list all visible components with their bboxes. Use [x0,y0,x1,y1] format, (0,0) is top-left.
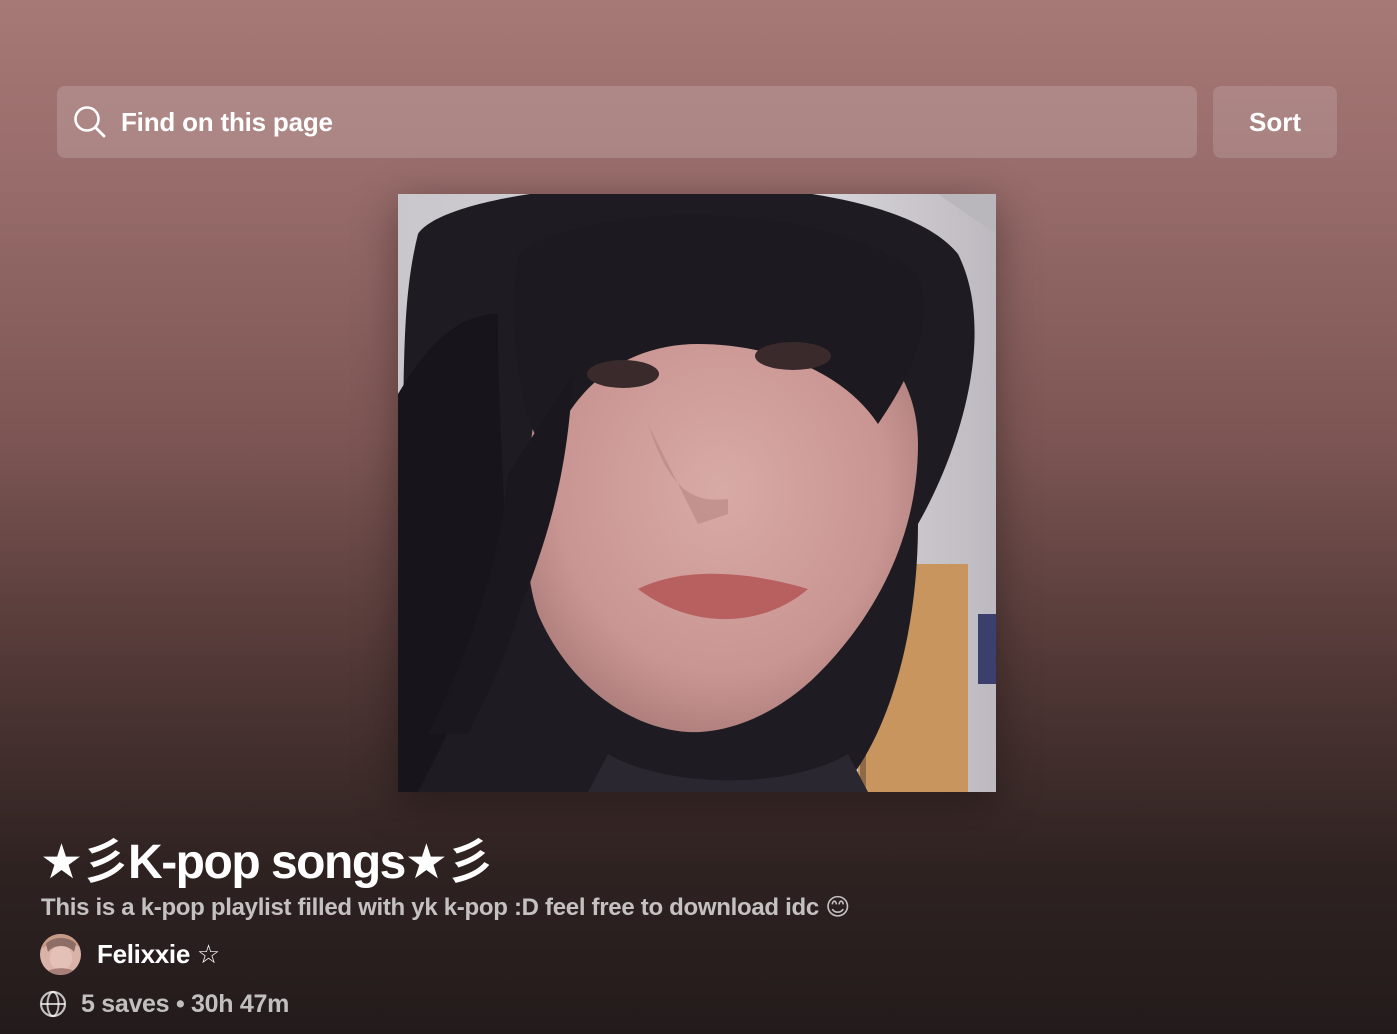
meta-separator: • [175,989,185,1018]
globe-icon [39,990,67,1018]
saves-count: 5 saves [81,989,170,1018]
total-duration: 30h 47m [191,989,290,1018]
owner-avatar[interactable] [40,933,81,975]
playlist-meta: 5 saves • 30h 47m [39,988,289,1020]
playlist-title: ★彡K-pop songs★彡 [40,836,494,889]
playlist-cover-image[interactable] [398,194,996,792]
search-icon [73,105,107,139]
owner-name[interactable]: Felixxie ☆ [97,939,220,970]
playlist-description: This is a k-pop playlist filled with yk … [41,894,850,921]
sort-button[interactable]: Sort [1213,86,1337,158]
search-input[interactable]: Find on this page [121,107,333,138]
owner-row[interactable]: Felixxie ☆ [40,933,220,975]
search-bar[interactable]: Find on this page [57,86,1197,158]
